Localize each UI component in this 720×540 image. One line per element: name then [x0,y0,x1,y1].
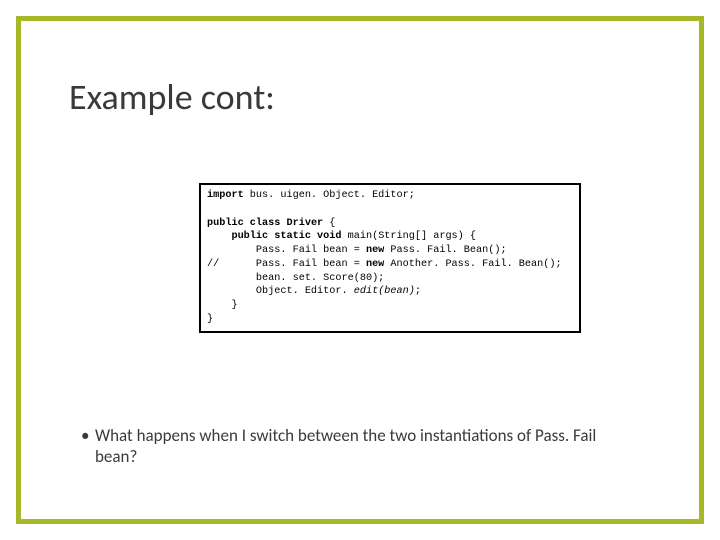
code-text: bean. set. Score(80); [207,273,384,284]
code-text: } [207,314,213,325]
slide-frame: Example cont: import bus. uigen. Object.… [16,16,704,524]
class-name: Driver [286,218,323,229]
code-text: ; [415,286,421,297]
code-text: bus. uigen. Object. Editor; [250,190,415,201]
kw-public-static-void: public static void [207,231,348,242]
code-block: import bus. uigen. Object. Editor; publi… [207,189,573,327]
bullet-text: What happens when I switch between the t… [95,425,639,468]
kw-new: new [366,259,390,270]
slide-title: Example cont: [69,75,275,119]
code-text: Another. Pass. Fail. Bean(); [390,259,561,270]
kw-import: import [207,190,250,201]
code-example-box: import bus. uigen. Object. Editor; publi… [199,183,581,333]
code-text: main(String[] args) { [348,231,476,242]
code-italic: edit(bean) [354,286,415,297]
bullet-marker: • [81,425,95,468]
kw-new: new [366,245,390,256]
kw-public-class: public class [207,218,286,229]
code-text: } [207,300,238,311]
code-text: { [323,218,335,229]
code-text: Object. Editor. [207,286,354,297]
bullet-paragraph: • What happens when I switch between the… [81,425,639,468]
code-text: Pass. Fail. Bean(); [390,245,506,256]
code-text: // Pass. Fail bean = [207,259,366,270]
code-text: Pass. Fail bean = [207,245,366,256]
